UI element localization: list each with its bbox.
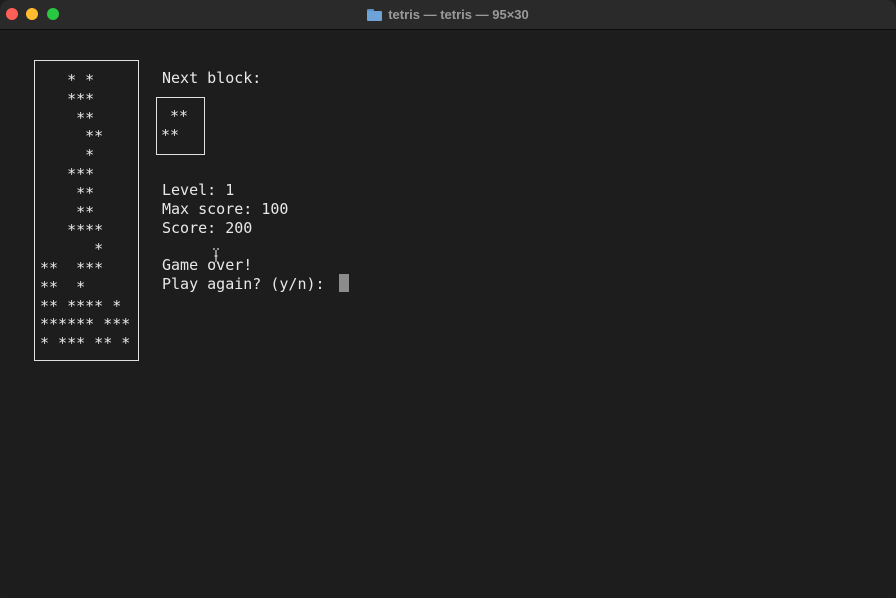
board-row: *: [40, 240, 104, 259]
board-row: * *** ** *: [40, 334, 131, 353]
score-text: Score: 200: [162, 219, 253, 237]
next-block-row: **: [161, 107, 189, 125]
game-board: * * *** ** ** * *** ** ** **** * ** *** …: [34, 60, 139, 361]
terminal-content[interactable]: * * *** ** ** * *** ** ** **** * ** *** …: [0, 30, 896, 598]
board-row: ***: [40, 164, 95, 183]
board-row: ****** ***: [40, 315, 131, 334]
play-again-prompt: Play again? (y/n):: [162, 275, 334, 293]
max-score-text: Max score: 100: [162, 200, 289, 218]
board-cells: * * *** ** ** * *** ** ** **** * ** *** …: [40, 71, 130, 353]
board-row: **: [40, 108, 95, 127]
next-block-row: **: [161, 126, 180, 144]
next-block-preview: ** **: [156, 97, 205, 155]
game-over-text: Game over!: [162, 256, 253, 274]
window-title: tetris — tetris — 95×30: [388, 7, 529, 22]
board-row: ****: [40, 221, 104, 240]
next-block-cells: ** **: [161, 107, 188, 145]
folder-icon: [367, 8, 383, 21]
title-bar[interactable]: tetris — tetris — 95×30: [0, 0, 896, 30]
board-row: ** ***: [40, 258, 104, 277]
ibeam-cursor-icon: [213, 248, 219, 264]
board-row: **: [40, 202, 95, 221]
text-cursor[interactable]: [339, 274, 349, 292]
board-row: *: [40, 146, 95, 165]
board-row: ** **** *: [40, 296, 122, 315]
board-row: * *: [40, 71, 95, 89]
window-title-area: tetris — tetris — 95×30: [0, 0, 896, 29]
board-row: ***: [40, 89, 95, 108]
board-row: ** *: [40, 277, 86, 296]
board-row: **: [40, 127, 104, 146]
level-text: Level: 1: [162, 181, 235, 199]
next-block-label: Next block:: [162, 69, 262, 87]
board-row: **: [40, 183, 95, 202]
terminal-window: tetris — tetris — 95×30 * * *** ** ** * …: [0, 0, 896, 598]
